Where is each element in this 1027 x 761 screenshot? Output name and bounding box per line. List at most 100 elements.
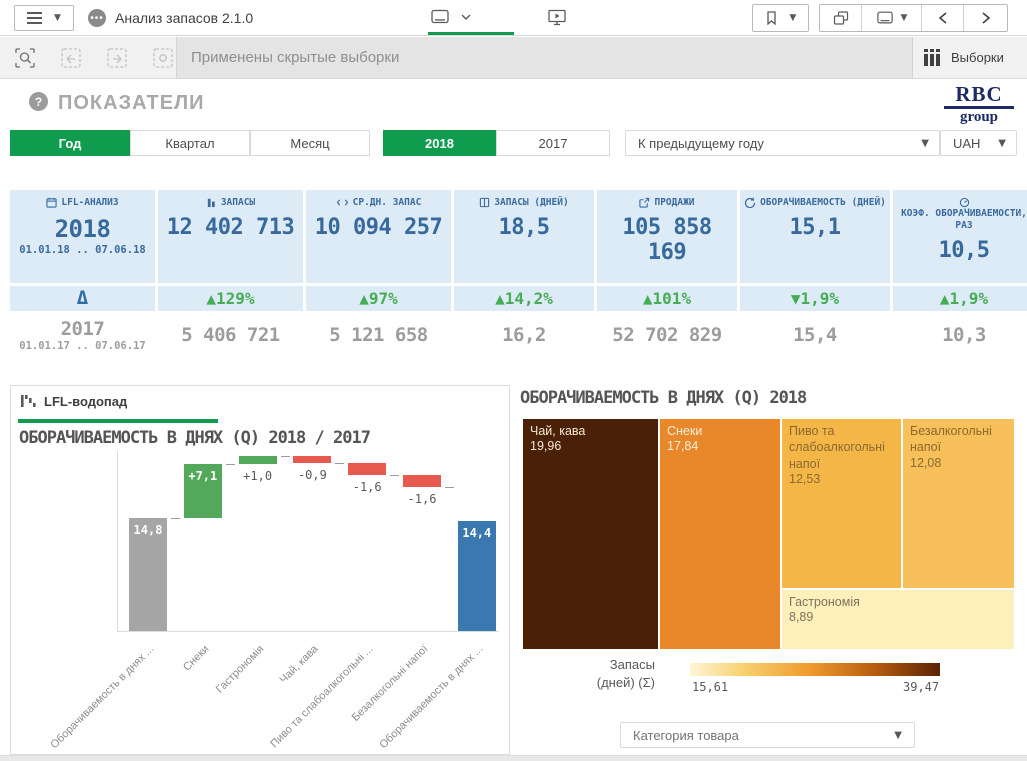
chevron-right-icon — [981, 11, 991, 25]
comparison-dropdown-value: К предыдущему году — [638, 136, 764, 151]
bookmarks-button[interactable]: ▼ — [752, 4, 809, 32]
treemap-block-value: 19,96 — [530, 439, 651, 453]
legend-label-line1: Запасы — [555, 656, 655, 674]
comparison-dropdown[interactable]: К предыдущему году ▼ — [625, 130, 940, 156]
sheet-list-button[interactable]: ▼ — [862, 5, 922, 31]
treemap-block-value: 12,08 — [910, 456, 1007, 470]
treemap-chart: Чай, кава19,96Снеки17,84Пиво та слабоалк… — [522, 418, 1015, 650]
waterfall-connector — [335, 463, 344, 464]
step-forward-icon[interactable] — [106, 47, 128, 69]
selections-toolbar: Применены скрытые выборки Выборки — [0, 37, 1027, 79]
duplicate-sheet-button[interactable] — [820, 5, 862, 31]
kpi-tile-sales[interactable]: ПРОДАЖИ 105 858 169 — [597, 190, 737, 283]
caret-down-icon: ▼ — [901, 13, 908, 23]
box-icon — [479, 197, 490, 208]
x-axis-label: Гастрономія — [152, 643, 267, 758]
next-sheet-button[interactable] — [964, 5, 1007, 31]
global-menu-button[interactable]: ▼ — [14, 5, 74, 31]
filter-button-2017[interactable]: 2017 — [496, 130, 610, 156]
x-axis-line — [117, 631, 499, 632]
waterfall-bar[interactable] — [403, 475, 441, 487]
refresh-icon — [744, 197, 756, 209]
waterfall-bar-label: +7,1 — [184, 469, 222, 483]
kpi-value: 18,5 — [454, 215, 594, 240]
selections-bar[interactable]: Применены скрытые выборки — [176, 37, 912, 78]
caret-down-icon: ▼ — [921, 138, 929, 149]
category-dropdown-value: Категория товара — [633, 728, 739, 743]
caret-down-icon: ▼ — [894, 730, 902, 741]
kpi-label: КОЭФ. ОБОРАЧИВАЕМОСТИ, РАЗ — [897, 208, 1027, 232]
color-gradient-legend — [690, 663, 940, 676]
waterfall-connector — [171, 518, 180, 519]
waterfall-bar[interactable] — [293, 456, 331, 463]
treemap-block[interactable]: Чай, кава19,96 — [522, 418, 659, 650]
app-icon[interactable]: ••• — [88, 9, 106, 27]
x-axis-label: Пиво та слабоалкогольні ... — [261, 643, 376, 758]
currency-dropdown[interactable]: UAH ▼ — [940, 130, 1017, 156]
filter-button-year[interactable]: Год — [10, 130, 130, 156]
waterfall-bar-label: +1,0 — [235, 469, 281, 483]
clear-selections-icon[interactable] — [152, 47, 174, 69]
copy-icon — [833, 10, 849, 26]
kpi-delta-value: ▼1,9% — [740, 286, 890, 311]
footer-strip — [0, 755, 1027, 761]
x-axis-label: Оборачиваемость в днях ... — [371, 643, 486, 758]
waterfall-bar[interactable] — [239, 456, 277, 464]
waterfall-bar[interactable] — [348, 463, 386, 475]
sheet-selector[interactable] — [430, 8, 472, 26]
step-back-icon[interactable] — [60, 47, 82, 69]
treemap-block[interactable]: Пиво та слабоалкогольні напої12,53 — [781, 418, 902, 589]
filter-button-quarter[interactable]: Квартал — [130, 130, 250, 156]
legend-label: Запасы (дней) (Σ) — [555, 656, 655, 691]
legend-min-value: 15,61 — [692, 680, 728, 694]
calendar-icon — [46, 197, 57, 208]
sheet-nav-buttons: ▼ — [819, 4, 1008, 32]
presentation-mode-icon[interactable] — [547, 8, 567, 27]
sheet-icon — [430, 8, 450, 26]
kpi-prev-value: 15,4 — [740, 324, 890, 346]
waterfall-connector — [281, 456, 290, 457]
treemap-block[interactable]: Безалкогольні напої12,08 — [902, 418, 1015, 589]
kpi-value: 10,5 — [893, 238, 1027, 263]
kpi-value: 10 094 257 — [306, 215, 451, 240]
kpi-row-delta: Δ ▲129% ▲97% ▲14,2% ▲101% ▼1,9% ▲1,9% — [10, 286, 1017, 311]
active-sheet-underline — [428, 32, 514, 35]
kpi-tile-stock-days[interactable]: ЗАПАСЫ (ДНЕЙ) 18,5 — [454, 190, 594, 283]
kpi-tile-stock[interactable]: ЗАПАСЫ 12 402 713 — [158, 190, 303, 283]
currency-dropdown-value: UAH — [953, 136, 980, 151]
bars-icon — [206, 197, 217, 208]
kpi-tile-avg-stock[interactable]: СР.ДН. ЗАПАС 10 094 257 — [306, 190, 451, 283]
kpi-label: ЗАПАСЫ — [221, 197, 255, 209]
treemap-panel: ОБОРАЧИВАЕМОСТЬ В ДНЯХ (Q) 2018 Чай, кав… — [520, 385, 1017, 755]
selections-message: Применены скрытые выборки — [191, 49, 399, 66]
bookmark-icon — [765, 10, 778, 26]
category-dropdown[interactable]: Категория товара ▼ — [620, 722, 915, 748]
page-title: ПОКАЗАТЕЛИ — [58, 92, 205, 115]
kpi-label: ПРОДАЖИ — [654, 197, 694, 209]
kpi-value: 12 402 713 — [158, 215, 303, 240]
kpi-delta-value: ▲1,9% — [893, 286, 1027, 311]
waterfall-connector — [226, 464, 235, 465]
kpi-delta-symbol: Δ — [10, 286, 155, 311]
kpi-tile-turnover-ratio[interactable]: КОЭФ. ОБОРАЧИВАЕМОСТИ, РАЗ 10,5 — [893, 190, 1027, 283]
selections-tool-button[interactable]: Выборки — [912, 37, 1027, 78]
sheet-icon — [876, 10, 894, 26]
selections-grid-icon — [923, 49, 941, 66]
kpi-label: ОБОРАЧИВАЕМОСТЬ (ДНЕЙ) — [760, 197, 886, 209]
help-icon[interactable]: ? — [29, 92, 48, 111]
treemap-block[interactable]: Гастрономія8,89 — [781, 589, 1015, 650]
x-axis-label: Снеки — [97, 643, 212, 758]
treemap-block[interactable]: Снеки17,84 — [659, 418, 781, 650]
kpi-tile-lfl[interactable]: LFL-АНАЛИЗ 2018 01.01.18 .. 07.06.18 — [10, 190, 155, 283]
treemap-block-value: 12,53 — [789, 472, 894, 486]
waterfall-bar-label: 14,4 — [458, 526, 496, 540]
kpi-prev-value: 5 121 658 — [306, 324, 451, 346]
gauge-icon — [959, 197, 970, 208]
filter-button-2018[interactable]: 2018 — [383, 130, 496, 156]
smart-search-icon[interactable] — [14, 47, 36, 69]
filter-button-month[interactable]: Месяц — [250, 130, 370, 156]
waterfall-plot: 14,8Оборачиваемость в днях ...+7,1Снеки+… — [11, 386, 509, 754]
previous-sheet-button[interactable] — [922, 5, 964, 31]
treemap-block-name: Снеки — [667, 423, 773, 439]
kpi-tile-turnover-days[interactable]: ОБОРАЧИВАЕМОСТЬ (ДНЕЙ) 15,1 — [740, 190, 890, 283]
